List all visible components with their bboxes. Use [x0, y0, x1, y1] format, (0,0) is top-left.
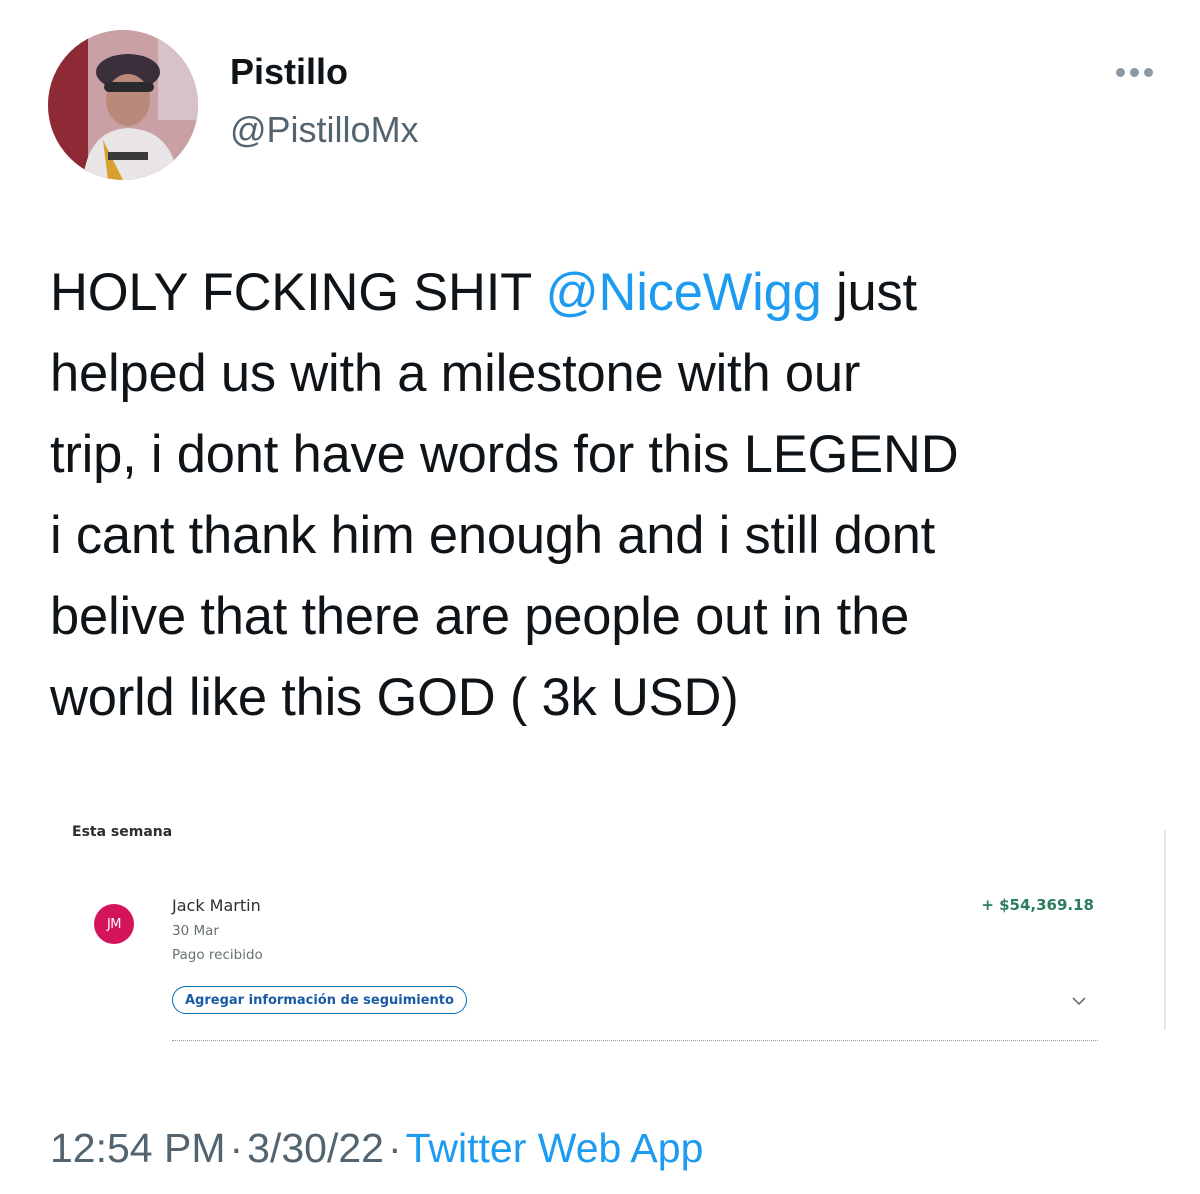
tweet-date[interactable]: 3/30/22: [247, 1125, 384, 1171]
separator: ·: [387, 1125, 402, 1171]
chevron-down-icon: [1072, 997, 1086, 1006]
mention-link[interactable]: @NiceWigg: [545, 263, 821, 322]
transaction-amount: + $54,369.18: [981, 896, 1094, 914]
separator: ·: [229, 1125, 244, 1171]
add-tracking-button: Agregar información de seguimiento: [172, 986, 467, 1014]
source-link[interactable]: Twitter Web App: [406, 1125, 704, 1171]
avatar[interactable]: [48, 30, 198, 180]
tweet-text-part: just helped us with a milestone with our…: [50, 263, 959, 727]
display-name[interactable]: Pistillo: [230, 50, 348, 94]
tweet-text: HOLY FCKING SHIT @NiceWigg just helped u…: [50, 252, 1170, 738]
more-options-button[interactable]: [1104, 60, 1164, 84]
transaction-status: Pago recibido: [172, 947, 263, 963]
section-label: Esta semana: [72, 824, 173, 840]
screenshot-edge: [1164, 830, 1166, 1030]
attached-screenshot[interactable]: Esta semana JM Jack Martin 30 Mar Pago r…: [56, 808, 1170, 1058]
payer-avatar: JM: [94, 904, 134, 944]
more-horizontal-icon: [1115, 67, 1125, 77]
tweet-time[interactable]: 12:54 PM: [50, 1125, 226, 1171]
tweet-meta: 12:54 PM·3/30/22·Twitter Web App: [50, 1120, 703, 1176]
payer-name: Jack Martin: [172, 896, 261, 915]
more-horizontal-icon-dot: [1129, 67, 1139, 77]
more-horizontal-icon-dot: [1143, 67, 1153, 77]
divider: [172, 1040, 1098, 1041]
user-handle[interactable]: @PistilloMx: [230, 108, 419, 152]
tweet-text-part: HOLY FCKING SHIT: [50, 263, 546, 322]
avatar-photo: [48, 30, 198, 180]
transaction-date: 30 Mar: [172, 923, 219, 939]
